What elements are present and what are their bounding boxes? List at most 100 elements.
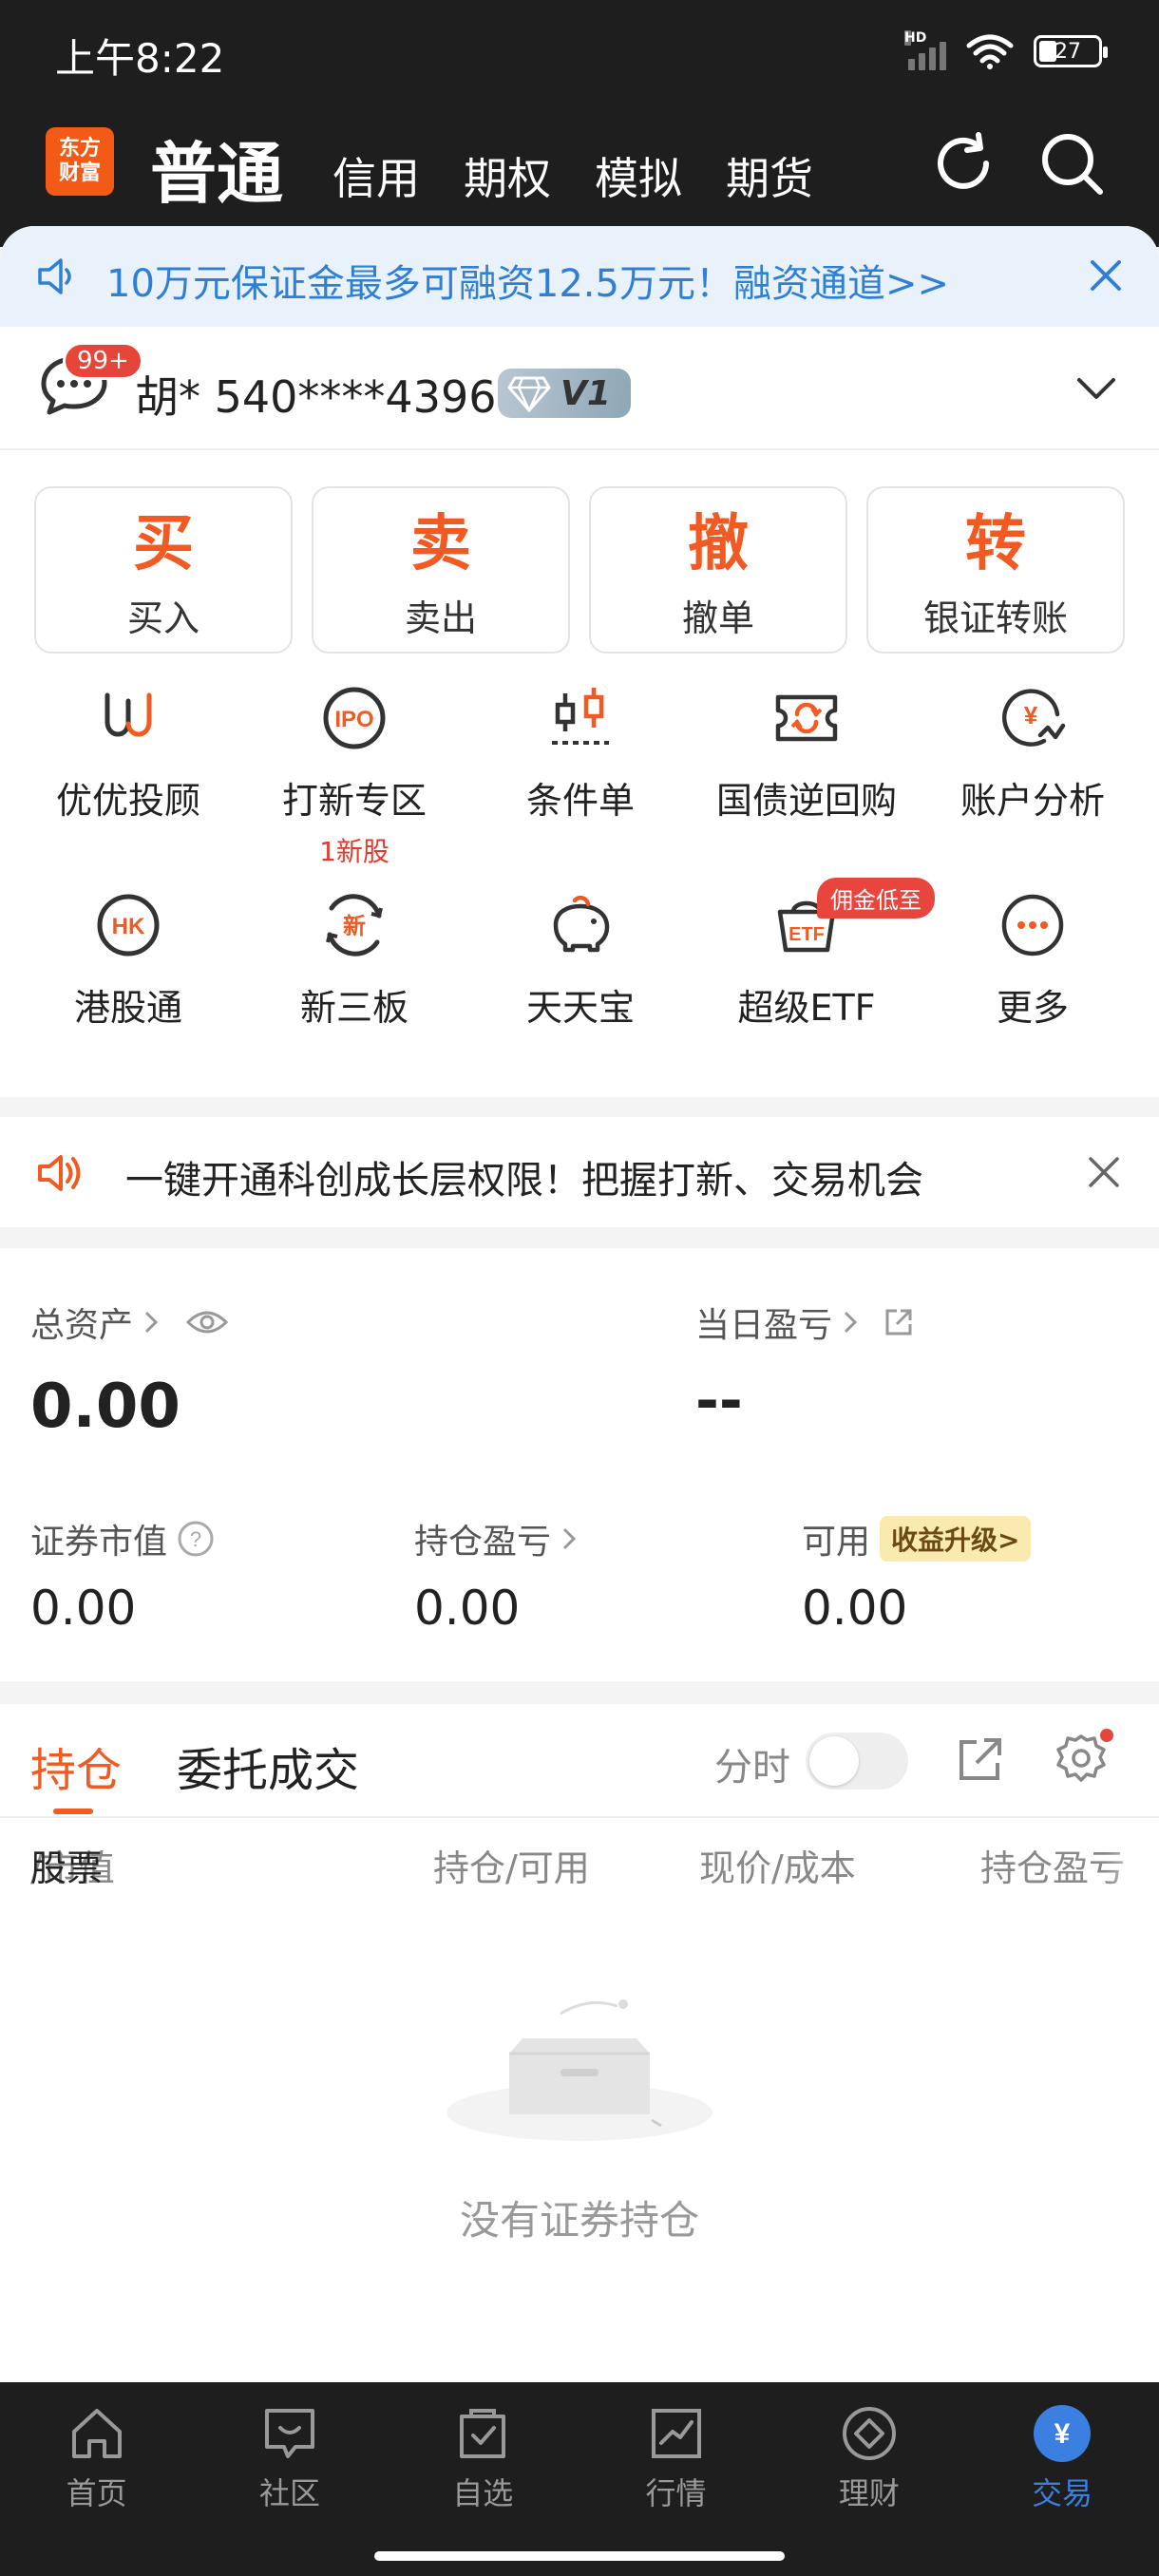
- battery-icon: 27: [1034, 35, 1108, 67]
- nav-market[interactable]: 行情: [580, 2382, 772, 2534]
- diamond-icon: [507, 376, 551, 412]
- buy-label: 买入: [126, 597, 200, 639]
- col-price: 现价/成本: [699, 1847, 856, 1889]
- tab-futures[interactable]: 期货: [726, 144, 813, 217]
- grid-item-account-analysis[interactable]: ¥ 账户分析: [920, 680, 1146, 887]
- total-assets-text: 总资产: [30, 1306, 134, 1345]
- search-icon[interactable]: [1039, 131, 1106, 198]
- banner-text[interactable]: 10万元保证金最多可融资12.5万元！融资通道>>: [106, 253, 949, 308]
- nav-trade-label: 交易: [1032, 2475, 1093, 2511]
- bottom-nav: 首页 社区 自选 行情 理财 ¥ 交易: [0, 2382, 1159, 2534]
- watchlist-icon: [460, 2409, 506, 2458]
- holding-pnl-value: 0.00: [414, 1581, 521, 1636]
- commission-tag: 佣金低至: [817, 878, 935, 919]
- more-icon: [1001, 894, 1064, 957]
- svg-text:¥: ¥: [1024, 701, 1038, 729]
- empty-box-illustration: [446, 1999, 712, 2141]
- grid-label: 打新专区: [281, 780, 427, 822]
- trade-icon: ¥: [1034, 2405, 1092, 2462]
- chevron-down-icon[interactable]: [1075, 374, 1117, 403]
- buy-button[interactable]: 买 买入: [34, 486, 293, 653]
- tab-credit[interactable]: 信用: [332, 144, 420, 217]
- external-link-icon[interactable]: [882, 1305, 916, 1339]
- nav-wealth[interactable]: 理财: [772, 2382, 965, 2534]
- svg-text:IPO: IPO: [334, 707, 373, 732]
- battery-level: 27: [1054, 39, 1081, 64]
- total-assets-label[interactable]: 总资产: [30, 1297, 230, 1347]
- daily-pnl-value: --: [695, 1368, 743, 1434]
- tab-simulation[interactable]: 模拟: [595, 144, 682, 217]
- close-icon[interactable]: [1087, 1155, 1121, 1189]
- account-row[interactable]: 99+ 胡* 540****4396 V1: [0, 327, 1159, 450]
- notice-text[interactable]: 一键开通科创成长层权限！把握打新、交易机会: [125, 1149, 923, 1204]
- grid-item-super-etf[interactable]: ETF 佣金低至 超级ETF: [694, 878, 935, 1094]
- grid-item-hk-connect[interactable]: HK 港股通: [15, 887, 241, 1094]
- grid-item-ipo[interactable]: IPO 打新专区 1新股: [241, 680, 467, 887]
- ipo-icon: IPO: [323, 687, 386, 749]
- tab-normal[interactable]: 普通: [150, 121, 283, 217]
- gear-icon[interactable]: [1054, 1733, 1108, 1786]
- tab-options[interactable]: 期权: [464, 144, 551, 217]
- nav-home-label: 首页: [66, 2475, 127, 2511]
- grid-item-reverse-repo[interactable]: 国债逆回购: [694, 680, 920, 887]
- reverse-repo-icon: [775, 694, 838, 742]
- vip-level-badge: V1: [498, 369, 631, 418]
- feature-grid: 优优投顾 IPO 打新专区 1新股 条件单 国债逆回购 ¥ 账户分析 HK 港股…: [0, 680, 1159, 1094]
- hk-icon: HK: [97, 894, 160, 957]
- help-icon[interactable]: ?: [177, 1520, 215, 1558]
- securities-label-text: 证券市值: [30, 1523, 168, 1562]
- active-tab-indicator: [53, 1809, 93, 1814]
- home-indicator: [0, 2534, 1159, 2576]
- grid-item-more[interactable]: 更多: [920, 887, 1146, 1094]
- nav-community[interactable]: 社区: [193, 2382, 386, 2534]
- nav-home[interactable]: 首页: [0, 2382, 193, 2534]
- share-icon[interactable]: [954, 1733, 1007, 1786]
- transfer-char: 转: [965, 509, 1026, 579]
- sell-button[interactable]: 卖 卖出: [312, 486, 570, 653]
- cancel-label: 撤单: [681, 597, 754, 639]
- sell-char: 卖: [410, 509, 471, 579]
- wealth-icon: [842, 2407, 896, 2460]
- tab-orders[interactable]: 委托成交: [177, 1733, 359, 1799]
- svg-text:?: ?: [190, 1527, 201, 1551]
- account-analysis-icon: ¥: [1002, 689, 1066, 747]
- market-icon: [651, 2409, 701, 2458]
- assets-panel: 总资产 0.00 当日盈亏 -- 证券市值 ? 0.00 持仓盈亏 0.00 可…: [0, 1248, 1159, 1681]
- grid-item-condition-order[interactable]: 条件单: [467, 680, 694, 887]
- notice-bar[interactable]: 一键开通科创成长层权限！把握打新、交易机会: [0, 1117, 1159, 1227]
- home-bar[interactable]: [374, 2551, 785, 2561]
- cancel-order-button[interactable]: 撤 撤单: [589, 486, 847, 653]
- chevron-right-icon: [844, 1311, 858, 1334]
- svg-text:ETF: ETF: [788, 924, 825, 945]
- grid-item-neeq[interactable]: 新 新三板: [241, 887, 467, 1094]
- grid-item-tiantianbao[interactable]: 天天宝: [467, 887, 694, 1094]
- status-bar: 上午8:22 HD 27: [0, 0, 1159, 104]
- daily-pnl-label[interactable]: 当日盈亏: [695, 1297, 916, 1347]
- positions-panel: 持仓 委托成交 分时 股票/市值 持仓/可用 现价/成本 持仓盈亏 没有证券持仓: [0, 1704, 1159, 2382]
- top-nav: 东方 财富 普通 信用 期权 模拟 期货: [0, 112, 1159, 226]
- condition-order-icon: [552, 688, 609, 745]
- tab-holdings[interactable]: 持仓: [30, 1733, 122, 1799]
- notification-dot: [1100, 1729, 1113, 1742]
- daily-pnl-text: 当日盈亏: [695, 1306, 833, 1345]
- account-type-tabs: 普通 信用 期权 模拟 期货: [150, 112, 857, 217]
- neeq-icon: 新: [326, 894, 383, 957]
- intraday-toggle[interactable]: [806, 1733, 908, 1790]
- uu-advisor-icon: [104, 692, 152, 737]
- refresh-icon[interactable]: [931, 131, 998, 198]
- holding-pnl-label[interactable]: 持仓盈亏: [414, 1514, 578, 1563]
- nav-watchlist-label: 自选: [452, 2475, 514, 2511]
- positions-column-headers: 股票/市值 持仓/可用 现价/成本 持仓盈亏: [0, 1839, 1159, 1896]
- close-icon[interactable]: [1087, 256, 1125, 294]
- nav-trade[interactable]: ¥ 交易: [965, 2382, 1158, 2534]
- speaker-icon: [38, 1155, 81, 1191]
- eye-icon[interactable]: [184, 1307, 230, 1337]
- buy-char: 买: [133, 509, 194, 579]
- nav-watchlist[interactable]: 自选: [387, 2382, 580, 2534]
- svg-text:新: 新: [343, 913, 366, 939]
- grid-item-uu-advisor[interactable]: 优优投顾: [15, 680, 241, 887]
- margin-banner[interactable]: 10万元保证金最多可融资12.5万元！融资通道>>: [0, 226, 1159, 327]
- account-name: 胡* 540****4396: [135, 371, 497, 423]
- bank-transfer-button[interactable]: 转 银证转账: [866, 486, 1125, 653]
- upgrade-tag[interactable]: 收益升级>: [880, 1516, 1032, 1562]
